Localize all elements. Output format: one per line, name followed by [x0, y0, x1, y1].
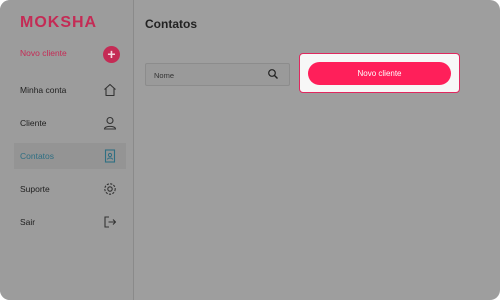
plus-icon: + [107, 46, 116, 62]
gear-icon [104, 183, 116, 195]
sidebar-item-label: Suporte [20, 184, 50, 194]
sidebar-item-sair[interactable]: Sair [14, 209, 126, 235]
search-input[interactable] [152, 67, 266, 83]
sidebar-item-contatos[interactable]: Contatos [14, 143, 126, 169]
sidebar-new-client[interactable]: Novo cliente + [20, 44, 120, 66]
sidebar-item-label: Cliente [20, 118, 47, 128]
user-icon [103, 116, 117, 130]
search-field[interactable] [145, 63, 290, 86]
sidebar-item-label: Contatos [20, 151, 55, 161]
sidebar: MOKSHA Novo cliente + Minha conta Client… [0, 0, 134, 300]
sidebar-item-cliente[interactable]: Cliente [14, 110, 126, 136]
sidebar-item-minha-conta[interactable]: Minha conta [14, 77, 126, 103]
contact-book-icon [104, 149, 116, 163]
sidebar-item-suporte[interactable]: Suporte [14, 176, 126, 202]
home-icon [104, 83, 116, 97]
page-title: Contatos [145, 17, 197, 31]
sidebar-item-label: Sair [20, 217, 36, 227]
sidebar-item-label: Minha conta [20, 85, 67, 95]
add-client-button[interactable]: + [103, 46, 120, 63]
app-window: MOKSHA Novo cliente + Minha conta Client… [0, 0, 500, 300]
new-client-button[interactable]: Novo cliente [308, 62, 451, 85]
logo: MOKSHA [20, 14, 98, 31]
logout-icon [104, 216, 117, 228]
sidebar-new-client-label: Novo cliente [20, 48, 67, 58]
search-icon[interactable] [267, 68, 279, 80]
